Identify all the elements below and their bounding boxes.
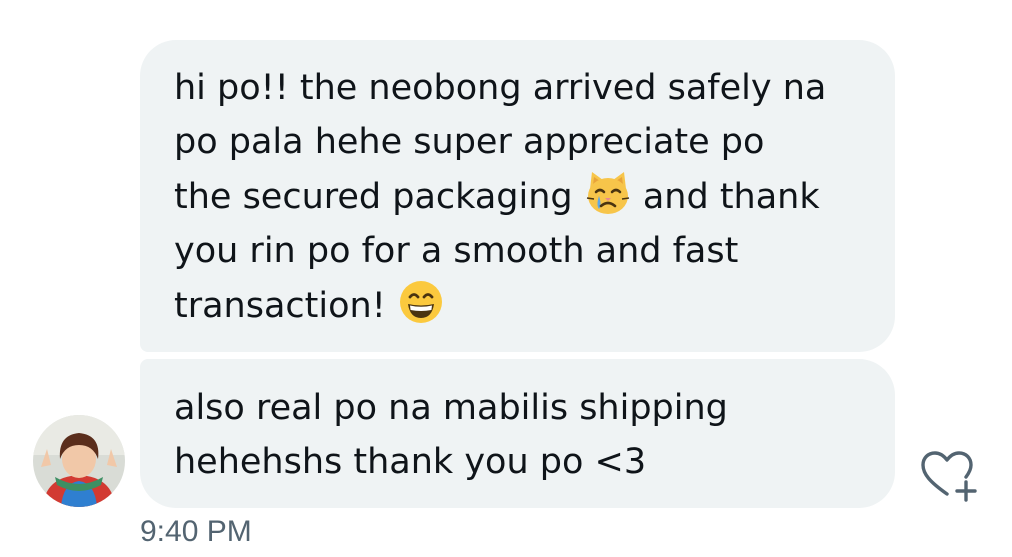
heart-plus-icon	[921, 451, 977, 502]
message-line: the secured packaging and thank	[174, 169, 861, 224]
message-line: also real po na mabilis shipping	[174, 388, 728, 428]
message-bubble[interactable]: also real po na mabilis shipping hehehsh…	[140, 359, 895, 508]
message-line: hi po!! the neobong arrived safely na	[174, 68, 827, 108]
grinning-face-emoji-icon	[397, 278, 445, 326]
user-avatar-icon	[33, 415, 125, 507]
dm-conversation: hi po!! the neobong arrived safely na po…	[0, 0, 1012, 557]
message-line: po pala hehe super appreciate po	[174, 122, 765, 162]
add-reaction-button[interactable]	[920, 450, 980, 502]
message-line: transaction!	[174, 278, 861, 333]
message-bubble[interactable]: hi po!! the neobong arrived safely na po…	[140, 40, 895, 352]
crying-cat-emoji-icon	[584, 169, 632, 217]
message-line: hehehshs thank you po <3	[174, 442, 647, 482]
message-line: you rin po for a smooth and fast	[174, 231, 739, 271]
sender-avatar[interactable]	[33, 415, 125, 507]
message-timestamp: 9:40 PM	[140, 515, 252, 548]
